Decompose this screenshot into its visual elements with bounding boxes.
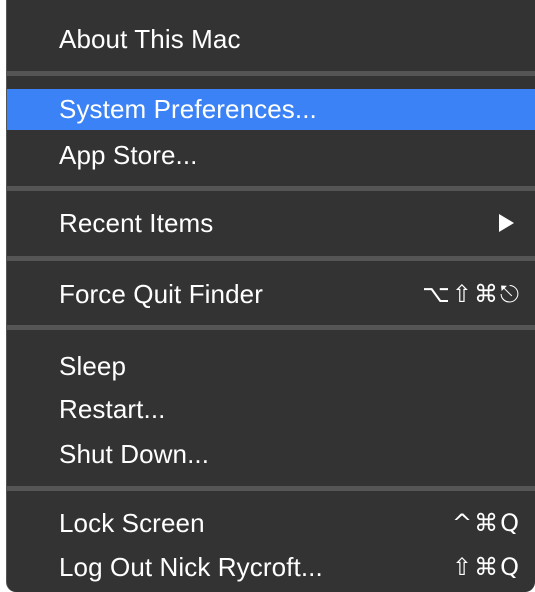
menu-separator	[7, 325, 535, 330]
menu-item-label: Sleep	[59, 350, 126, 381]
menu-item-shut-down[interactable]: Shut Down...	[7, 434, 535, 474]
menu-separator	[7, 256, 535, 261]
menu-item-label: Log Out Nick Rycroft...	[59, 551, 323, 582]
menu-item-label: Recent Items	[59, 207, 214, 238]
keyboard-shortcut: ^⌘Q	[452, 509, 521, 537]
menu-item-system-preferences[interactable]: System Preferences...	[7, 89, 535, 130]
menu-item-label: App Store...	[59, 139, 198, 170]
menu-item-about-this-mac[interactable]: About This Mac	[7, 19, 535, 59]
menu-item-sleep[interactable]: Sleep	[7, 346, 535, 386]
keyboard-shortcut: ⇧⌘Q	[452, 553, 521, 581]
menu-item-lock-screen[interactable]: Lock Screen ^⌘Q	[7, 503, 535, 543]
menu-item-label: System Preferences...	[59, 94, 317, 124]
apple-menu: About This Mac System Preferences... App…	[6, 0, 535, 592]
menu-separator	[7, 71, 535, 76]
menu-item-label: Restart...	[59, 393, 166, 424]
menu-item-force-quit-finder[interactable]: Force Quit Finder ⌥⇧⌘⎋	[7, 274, 535, 314]
menu-item-label: About This Mac	[59, 23, 241, 54]
keyboard-shortcut: ⌥⇧⌘⎋	[422, 280, 521, 308]
menu-item-label: Shut Down...	[59, 438, 210, 469]
menu-item-label: Lock Screen	[59, 507, 205, 538]
menu-item-app-store[interactable]: App Store...	[7, 135, 535, 175]
menu-item-recent-items[interactable]: Recent Items	[7, 203, 535, 243]
menu-separator	[7, 186, 535, 191]
menu-separator	[7, 486, 535, 491]
menu-item-log-out[interactable]: Log Out Nick Rycroft... ⇧⌘Q	[7, 547, 535, 587]
submenu-arrow-icon	[499, 214, 514, 232]
menu-item-label: Force Quit Finder	[59, 278, 263, 309]
menu-item-restart[interactable]: Restart...	[7, 389, 535, 429]
